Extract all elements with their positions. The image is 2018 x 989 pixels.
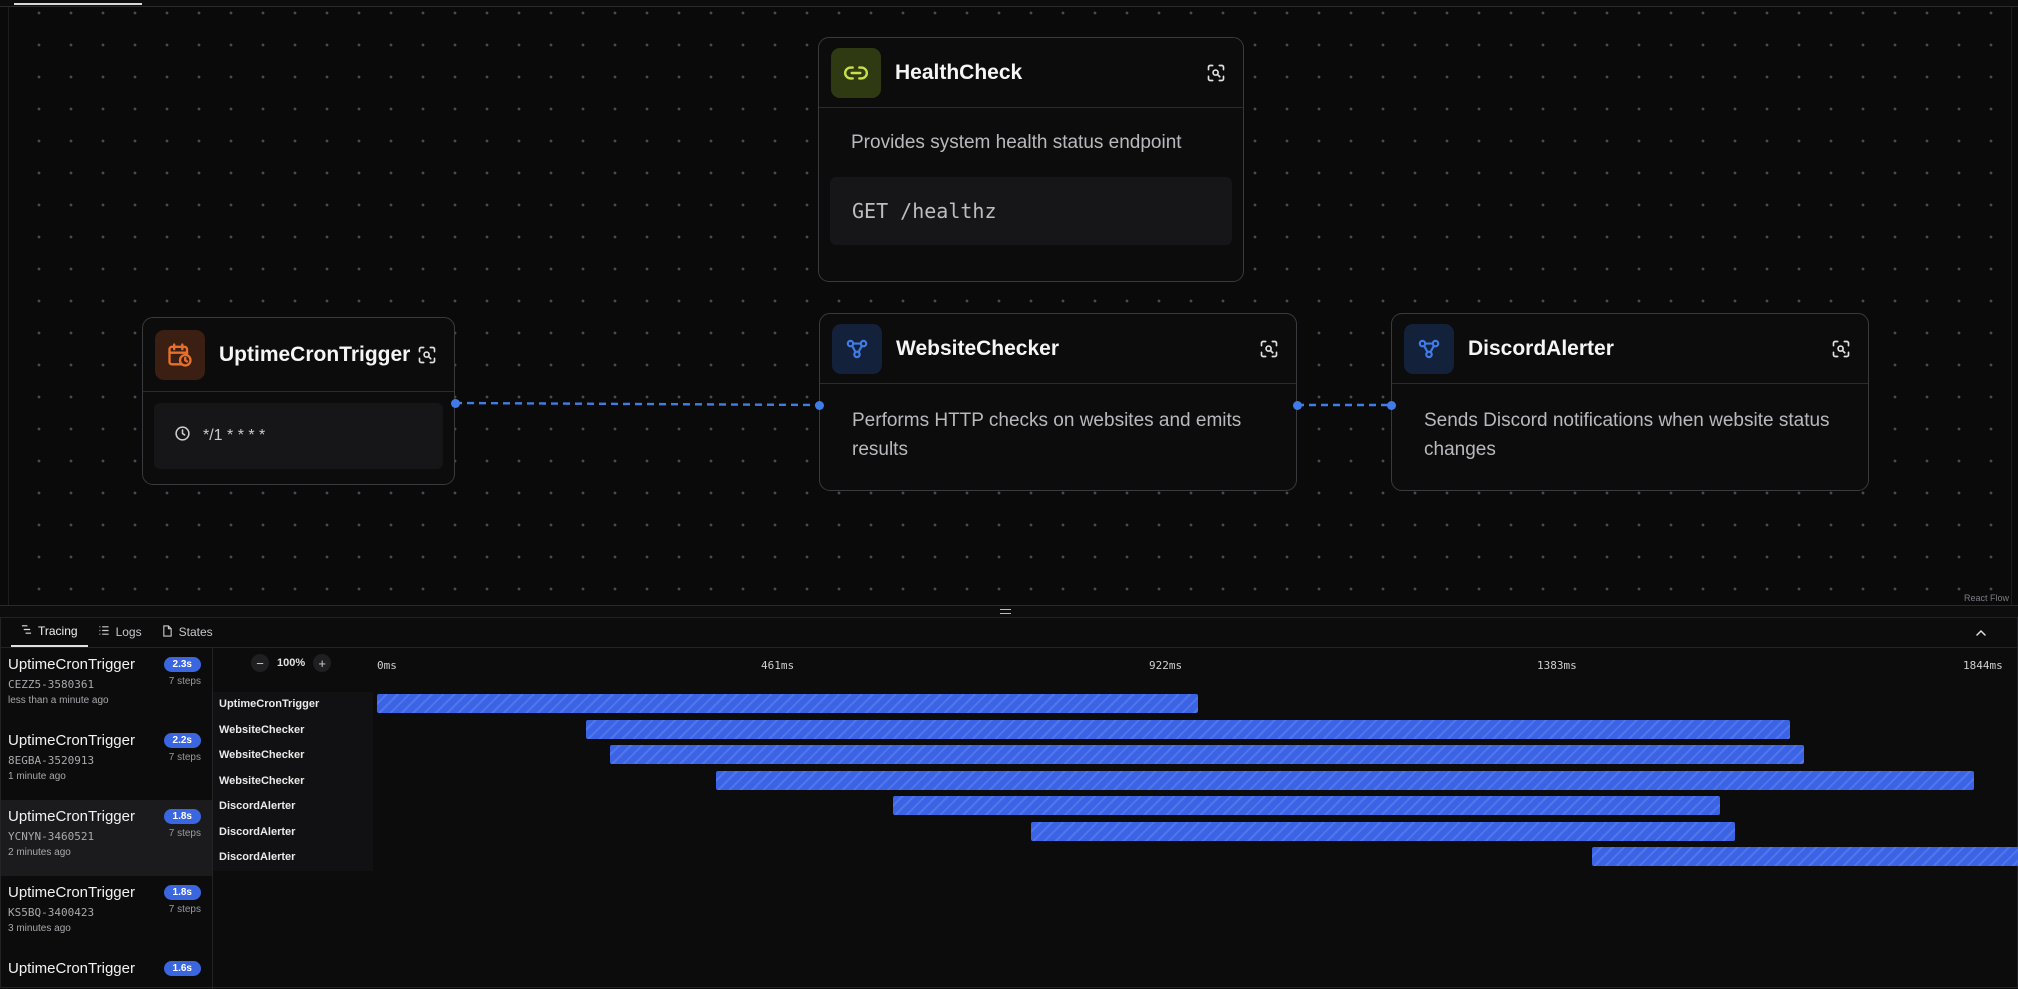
websitechecker-input-handle[interactable] — [815, 401, 824, 410]
trace-list-item[interactable]: UptimeCronTrigger 2.3s CEZZ5-3580361 7 s… — [1, 648, 212, 724]
step-bar[interactable] — [893, 796, 1720, 815]
flow-icon — [1404, 323, 1454, 374]
trace-timeline: − 100% + 0ms 461ms 922ms 1383ms 1844ms Uptim… — [213, 648, 2018, 989]
link-icon — [831, 47, 881, 98]
step-name: DiscordAlerter — [219, 825, 296, 838]
react-flow-attribution[interactable]: React Flow — [1964, 593, 2009, 603]
cron-schedule: */1 * * * * — [203, 427, 266, 444]
active-tab-indicator[interactable] — [14, 3, 142, 5]
step-bars — [377, 692, 2018, 872]
node-description: Performs HTTP checks on websites and emi… — [852, 410, 1242, 460]
panel-tabs: Tracing Logs States — [1, 618, 2017, 648]
duration-badge: 1.8s — [163, 809, 201, 824]
tracing-icon — [21, 624, 32, 638]
trace-step-count: 7 steps — [168, 676, 201, 687]
route-box: GET /healthz — [830, 177, 1232, 245]
step-bar[interactable] — [716, 770, 1974, 790]
node-header: UptimeCronTrigger — [143, 318, 454, 392]
step-name: WebsiteChecker — [219, 774, 305, 787]
trace-list-item[interactable]: UptimeCronTrigger 2.2s 8EGBA-3520913 7 s… — [1, 724, 212, 800]
grip-icon — [1000, 609, 1011, 614]
websitechecker-output-handle[interactable] — [1293, 401, 1302, 410]
node-description: Provides system health status endpoint — [851, 132, 1182, 153]
step-bar[interactable] — [610, 745, 1805, 764]
node-title: HealthCheck — [895, 60, 1023, 84]
node-header: DiscordAlerter — [1392, 314, 1868, 384]
trace-list-item[interactable]: UptimeCronTrigger 1.6s — [1, 952, 212, 989]
trace-list-item-selected[interactable]: UptimeCronTrigger 1.8s YCNYN-3460521 7 s… — [1, 800, 212, 876]
step-bar[interactable] — [1031, 821, 1735, 841]
step-bar[interactable] — [586, 719, 1791, 739]
calendar-clock-icon — [155, 329, 205, 380]
schedule-box: */1 * * * * — [154, 403, 443, 469]
node-header: HealthCheck — [819, 38, 1243, 108]
inspect-icon[interactable] — [1256, 336, 1282, 362]
clock-icon — [174, 425, 191, 447]
axis-tick-label: 1844ms — [1963, 659, 2003, 672]
trace-timestamp: 3 minutes ago — [8, 923, 71, 934]
tab-label: States — [178, 625, 213, 639]
step-bar[interactable] — [1591, 847, 2018, 866]
tab-logs[interactable]: Logs — [88, 617, 152, 647]
list-icon — [98, 625, 110, 639]
axis-tick-label: 461ms — [761, 659, 795, 672]
collapse-panel-button[interactable] — [1973, 625, 1989, 641]
zoom-controls: − 100% + — [251, 654, 332, 672]
axis-tick-label: 1383ms — [1537, 659, 1577, 672]
tab-label: Tracing — [38, 624, 78, 638]
trace-step-count: 7 steps — [168, 752, 201, 763]
zoom-out-button[interactable]: − — [251, 654, 269, 672]
file-icon — [162, 624, 173, 640]
zoom-in-button[interactable]: + — [313, 654, 332, 672]
panel-resize-handle[interactable] — [0, 605, 2018, 617]
node-header: WebsiteChecker — [820, 314, 1296, 384]
tab-states[interactable]: States — [152, 617, 223, 647]
step-name: UptimeCronTrigger — [219, 698, 320, 710]
step-name-column: UptimeCronTrigger WebsiteChecker WebsiteCh… — [213, 692, 373, 871]
flow-icon — [832, 323, 882, 374]
node-description: Sends Discord notifications when website… — [1424, 410, 1830, 460]
node-title: WebsiteChecker — [896, 336, 1060, 360]
node-websitechecker[interactable]: WebsiteChecker Performs HTTP checks on w… — [819, 313, 1297, 491]
duration-badge: 2.2s — [163, 733, 201, 748]
tab-label: Logs — [115, 625, 142, 639]
duration-badge: 1.6s — [163, 961, 201, 976]
node-title: UptimeCronTrigger — [219, 342, 411, 366]
step-name: DiscordAlerter — [219, 851, 296, 863]
bottom-panel: Tracing Logs States UptimeCronTrigger 2.… — [0, 617, 2018, 989]
duration-badge: 2.3s — [163, 657, 201, 672]
step-name: DiscordAlerter — [219, 800, 296, 812]
flow-canvas[interactable]: HealthCheck Provides system health statu… — [8, 7, 2012, 605]
chevron-up-icon — [1975, 624, 1987, 642]
node-title: DiscordAlerter — [1468, 336, 1614, 360]
inspect-icon[interactable] — [1828, 336, 1854, 362]
tab-tracing[interactable]: Tracing — [11, 617, 88, 647]
axis-tick-label: 922ms — [1149, 659, 1183, 672]
trace-step-count: 7 steps — [168, 828, 201, 839]
zoom-level: 100% — [277, 657, 306, 669]
node-healthcheck[interactable]: HealthCheck Provides system health statu… — [818, 37, 1244, 282]
step-bar[interactable] — [377, 694, 1198, 713]
trace-timestamp: less than a minute ago — [8, 695, 109, 706]
discordalerter-input-handle[interactable] — [1387, 401, 1396, 410]
edge-cron-to-websitechecker — [454, 401, 820, 407]
cron-output-handle[interactable] — [451, 399, 460, 408]
trace-list-item[interactable]: UptimeCronTrigger 1.8s KS5BQ-3400423 7 s… — [1, 876, 212, 952]
inspect-icon[interactable] — [1203, 60, 1229, 86]
step-name: WebsiteChecker — [219, 749, 305, 761]
top-tab-strip — [0, 0, 2018, 7]
step-name: WebsiteChecker — [219, 723, 305, 736]
inspect-icon[interactable] — [414, 342, 440, 368]
node-uptimecrontrigger[interactable]: UptimeCronTrigger */1 * * * * — [142, 317, 455, 485]
trace-timestamp: 2 minutes ago — [8, 847, 71, 858]
duration-badge: 1.8s — [163, 885, 201, 900]
trace-step-count: 7 steps — [168, 904, 201, 915]
trace-list: UptimeCronTrigger 2.3s CEZZ5-3580361 7 s… — [1, 648, 213, 989]
trace-timestamp: 1 minute ago — [8, 771, 66, 782]
node-discordalerter[interactable]: DiscordAlerter Sends Discord notificatio… — [1391, 313, 1869, 491]
axis-tick-label: 0ms — [377, 659, 397, 672]
